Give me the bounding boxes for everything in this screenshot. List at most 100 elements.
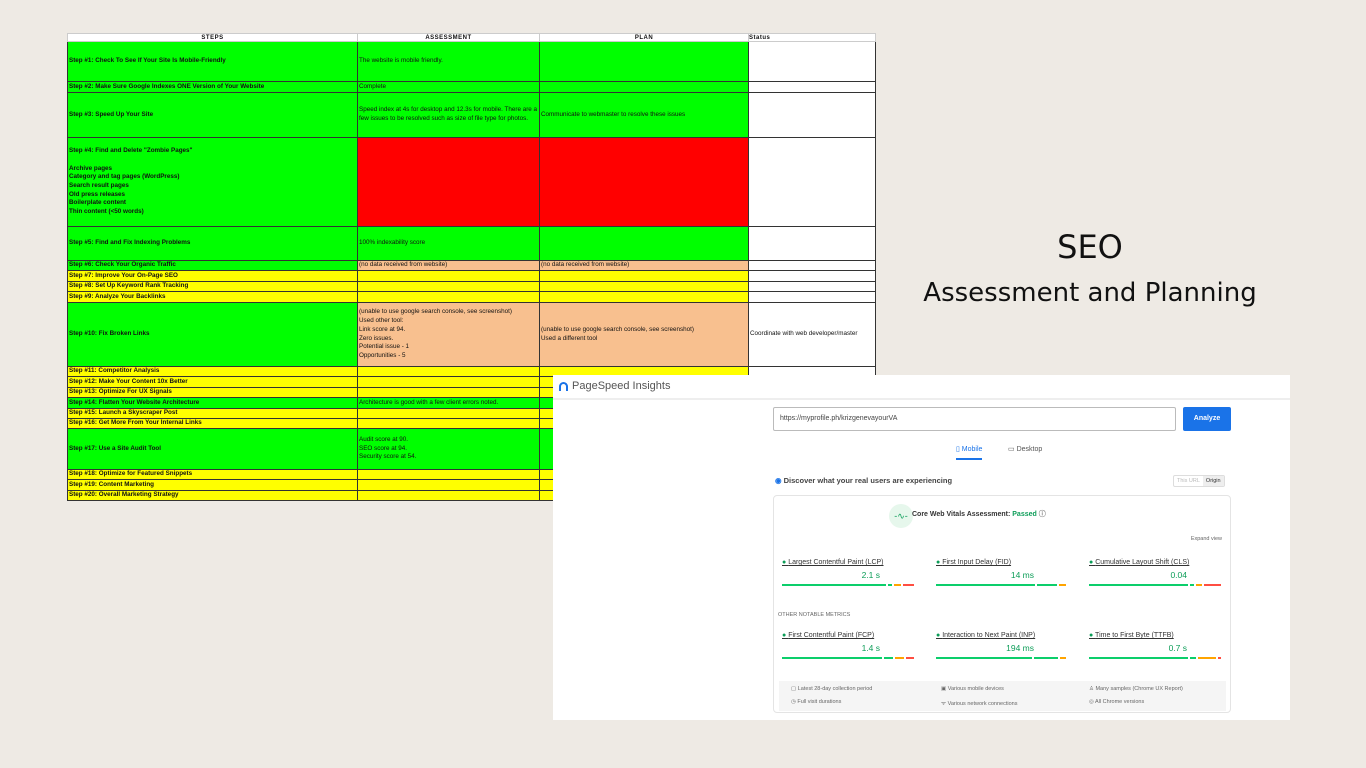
step-cell[interactable]: Step #9: Analyze Your Backlinks (67, 291, 358, 303)
step-cell[interactable]: Step #2: Make Sure Google Indexes ONE Ve… (67, 81, 358, 93)
step-cell[interactable]: Step #5: Find and Fix Indexing Problems (67, 226, 358, 261)
status-cell[interactable] (748, 41, 876, 82)
status-cell[interactable]: Coordinate with web developer/master (748, 302, 876, 367)
step-cell[interactable]: Step #19: Content Marketing (67, 479, 358, 491)
psi-app-title: PageSpeed Insights (572, 380, 671, 392)
metric: Largest Contentful Paint (LCP) 2.1 s (782, 559, 922, 586)
step-cell[interactable]: Step #11: Competitor Analysis (67, 366, 358, 377)
assessment-cell[interactable] (357, 366, 540, 377)
metric-label[interactable]: Interaction to Next Paint (INP) (936, 632, 1076, 639)
assessment-cell[interactable] (357, 376, 540, 388)
step-cell[interactable]: Step #20: Overall Marketing Strategy (67, 490, 358, 501)
assessment-cell[interactable]: The website is mobile friendly. (357, 41, 540, 82)
step-cell[interactable]: Step #6: Check Your Organic Traffic (67, 260, 358, 271)
table-row: Step #9: Analyze Your Backlinks (67, 291, 876, 303)
assessment-cell[interactable] (357, 270, 540, 282)
assessment-cell[interactable]: (no data received from website) (357, 260, 540, 271)
plan-cell[interactable]: (unable to use google search console, se… (539, 302, 749, 367)
metric-value: 0.04 (1170, 570, 1187, 580)
metric: First Contentful Paint (FCP) 1.4 s (782, 632, 922, 659)
step-cell[interactable]: Step #14: Flatten Your Website Architect… (67, 397, 358, 409)
url-origin-toggle[interactable]: This URL Origin (1173, 475, 1225, 487)
step-cell[interactable]: Step #7: Improve Your On-Page SEO (67, 270, 358, 282)
assessment-cell[interactable] (357, 281, 540, 292)
status-cell[interactable] (748, 92, 876, 138)
status-cell[interactable] (748, 270, 876, 282)
bar-segment (902, 584, 914, 586)
metric-value: 194 ms (1006, 643, 1034, 653)
step-cell[interactable]: Step #8: Set Up Keyword Rank Tracking (67, 281, 358, 292)
step-cell[interactable]: Step #17: Use a Site Audit Tool (67, 428, 358, 470)
step-cell[interactable]: Step #10: Fix Broken Links (67, 302, 358, 367)
plan-cell[interactable] (539, 270, 749, 282)
step-cell[interactable]: Step #15: Launch a Skyscraper Post (67, 408, 358, 419)
plan-cell[interactable] (539, 41, 749, 82)
tab-mobile[interactable]: ▯ Mobile (956, 445, 983, 460)
assessment-cell[interactable]: (unable to use google search console, se… (357, 302, 540, 367)
tab-desktop[interactable]: ▭ Desktop (1008, 445, 1042, 453)
step-cell[interactable]: Step #3: Speed Up Your Site (67, 92, 358, 138)
metric-label[interactable]: First Contentful Paint (FCP) (782, 632, 922, 639)
status-cell[interactable] (748, 291, 876, 303)
step-cell[interactable]: Step #12: Make Your Content 10x Better (67, 376, 358, 388)
assessment-cell[interactable]: 100% indexability score (357, 226, 540, 261)
metric: Cumulative Layout Shift (CLS) 0.04 (1089, 559, 1229, 586)
assessment-cell[interactable] (357, 408, 540, 419)
assessment-cell[interactable] (357, 469, 540, 480)
plan-cell[interactable]: Communicate to webmaster to resolve thes… (539, 92, 749, 138)
assessment-cell[interactable] (357, 479, 540, 491)
pulse-icon: -∿- (889, 504, 913, 528)
status-cell[interactable] (748, 281, 876, 292)
assessment-cell[interactable]: Architecture is good with a few client e… (357, 397, 540, 409)
assessment-cell[interactable] (357, 291, 540, 303)
collection-info-item: ♙ Many samples (Chrome UX Report) (1089, 686, 1183, 692)
url-input[interactable]: https://myprofile.ph/krizgenevayourVA (773, 407, 1176, 431)
metric-label[interactable]: Cumulative Layout Shift (CLS) (1089, 559, 1229, 566)
bar-segment (1059, 584, 1066, 586)
bar-segment (1089, 584, 1188, 586)
metric-value: 0.7 s (1168, 643, 1187, 653)
step-cell[interactable]: Step #18: Optimize for Featured Snippets (67, 469, 358, 480)
metric: First Input Delay (FID) 14 ms (936, 559, 1076, 586)
plan-cell[interactable] (539, 281, 749, 292)
bar-segment (884, 657, 894, 659)
assessment-cell[interactable]: Complete (357, 81, 540, 93)
status-cell[interactable] (748, 226, 876, 261)
tab-desktop-label: Desktop (1016, 446, 1043, 453)
bar-segment (895, 657, 905, 659)
assessment-cell[interactable]: Audit score at 90. SEO score at 94. Secu… (357, 428, 540, 470)
plan-cell[interactable] (539, 226, 749, 261)
metric-label[interactable]: Largest Contentful Paint (LCP) (782, 559, 922, 566)
assessment-cell[interactable] (357, 490, 540, 501)
assessment-cell[interactable]: Speed index at 4s for desktop and 12.3s … (357, 92, 540, 138)
metric-distribution-bar (782, 584, 914, 586)
info-icon[interactable]: ⓘ (1039, 511, 1046, 518)
assessment-cell[interactable] (357, 137, 540, 227)
metric-label[interactable]: Time to First Byte (TTFB) (1089, 632, 1229, 639)
assessment-cell[interactable] (357, 387, 540, 398)
step-cell[interactable]: Step #4: Find and Delete "Zombie Pages" … (67, 137, 358, 227)
toggle-origin[interactable]: Origin (1202, 476, 1224, 486)
assessment-cell[interactable] (357, 418, 540, 429)
metric-value: 14 ms (1010, 570, 1034, 580)
header-assessment: ASSESSMENT (357, 33, 540, 42)
plan-cell[interactable] (539, 81, 749, 93)
collection-info-item: ◎ All Chrome versions (1089, 699, 1144, 705)
metric-label[interactable]: First Input Delay (FID) (936, 559, 1076, 566)
step-cell[interactable]: Step #16: Get More From Your Internal Li… (67, 418, 358, 429)
status-cell[interactable] (748, 81, 876, 93)
expand-view-link[interactable]: Expand view (1191, 536, 1222, 542)
status-cell[interactable] (748, 260, 876, 271)
table-row: Step #10: Fix Broken Links (unable to use… (67, 302, 876, 367)
plan-cell[interactable] (539, 291, 749, 303)
analyze-button[interactable]: Analyze (1183, 407, 1231, 431)
toggle-this-url[interactable]: This URL (1174, 476, 1203, 486)
step-cell[interactable]: Step #1: Check To See If Your Site Is Mo… (67, 41, 358, 82)
plan-cell[interactable] (539, 137, 749, 227)
step-cell[interactable]: Step #13: Optimize For UX Signals (67, 387, 358, 398)
bar-segment (1034, 657, 1058, 659)
cwv-card: -∿- Core Web Vitals Assessment: Passed ⓘ… (773, 495, 1231, 713)
plan-cell[interactable]: (no data received from website) (539, 260, 749, 271)
status-cell[interactable] (748, 137, 876, 227)
psi-logo[interactable]: PageSpeed Insights (559, 380, 670, 392)
